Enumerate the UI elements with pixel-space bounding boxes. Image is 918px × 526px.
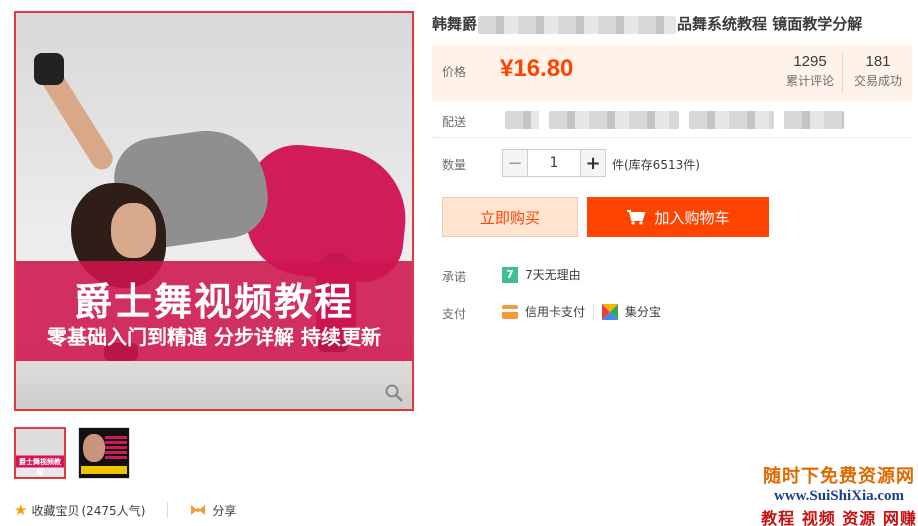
- reviews-label: 累计评论: [785, 74, 834, 88]
- watermark-line-3: 教程 视频 资源 网赚: [761, 509, 917, 526]
- price-panel: 价格 ¥16.80 1295 累计评论 181 交易成功: [432, 45, 912, 101]
- watermark-line-2: www.SuiShiXia.com: [773, 488, 905, 504]
- divider: [593, 304, 595, 319]
- divider: [842, 53, 843, 93]
- quantity-label: 数量: [442, 158, 467, 172]
- watermark-line-1: 随时下免费资源网: [763, 466, 915, 487]
- share-icon[interactable]: [190, 504, 206, 516]
- product-title: 韩舞爵 品舞系统教程 镜面教学分解: [432, 13, 912, 34]
- delivery-info: [505, 111, 854, 129]
- price-label: 价格: [442, 65, 467, 79]
- trades-label: 交易成功: [853, 74, 902, 88]
- credit-card-icon: [502, 304, 518, 319]
- site-watermark: 随时下免费资源网 www.SuiShiXia.com 教程 视频 资源 网赚: [760, 462, 918, 526]
- jifenbao-icon: [602, 303, 619, 320]
- redacted-text: [478, 15, 677, 34]
- quantity-input[interactable]: 1: [528, 149, 580, 177]
- delivery-label: 配送: [442, 115, 467, 129]
- buy-now-label: 立即购买: [479, 208, 540, 227]
- promise-label: 承诺: [442, 270, 467, 284]
- redacted-text: [784, 111, 844, 129]
- quantity-stepper: − 1 +: [502, 149, 606, 177]
- redacted-text: [549, 111, 679, 129]
- dotted-divider: [432, 137, 912, 138]
- payment-methods: 信用卡支付 集分宝: [502, 303, 661, 320]
- favorite-label[interactable]: 收藏宝贝: [31, 502, 79, 519]
- seven-day-icon: 7: [502, 266, 518, 283]
- thumbnail-1[interactable]: 爵士舞视频教程: [14, 427, 66, 479]
- reviews-count: 1295: [793, 53, 827, 70]
- promise-item[interactable]: 7 7天无理由: [502, 266, 581, 283]
- thumbnail-text-block: [105, 436, 127, 460]
- star-icon[interactable]: ★: [14, 501, 27, 519]
- promise-text: 7天无理由: [525, 268, 581, 282]
- cart-icon: [627, 210, 646, 225]
- redacted-text: [505, 111, 539, 129]
- share-label[interactable]: 分享: [212, 502, 236, 519]
- stock-text: 件(库存6513件): [612, 158, 700, 172]
- decrease-button[interactable]: −: [502, 149, 528, 177]
- dancer-glove: [34, 53, 64, 85]
- reviews-stat[interactable]: 1295 累计评论: [782, 53, 838, 89]
- trades-stat[interactable]: 181 交易成功: [850, 53, 906, 89]
- title-prefix: 韩舞爵: [432, 15, 478, 33]
- favorite-share-bar: ★ 收藏宝贝 (2475人气) 分享: [14, 499, 236, 521]
- price-value: ¥16.80: [500, 55, 574, 82]
- thumbnail-face: [83, 434, 105, 462]
- buy-now-button[interactable]: 立即购买: [442, 197, 578, 237]
- zoom-icon[interactable]: [384, 383, 404, 403]
- payment-method-jifenbao[interactable]: 集分宝: [625, 303, 661, 320]
- increase-button[interactable]: +: [580, 149, 606, 177]
- title-suffix: 品舞系统教程 镜面教学分解: [677, 15, 863, 33]
- add-to-cart-button[interactable]: 加入购物车: [587, 197, 769, 237]
- divider: [167, 502, 169, 518]
- add-to-cart-label: 加入购物车: [654, 208, 730, 227]
- dancer-face: [111, 203, 156, 258]
- payment-method-credit[interactable]: 信用卡支付: [525, 303, 585, 320]
- banner-title: 爵士舞视频教程: [73, 280, 354, 324]
- thumbnail-bar: [81, 466, 127, 474]
- payment-label: 支付: [442, 307, 467, 321]
- main-product-image[interactable]: 爵士舞视频教程 零基础入门到精通 分步详解 持续更新: [14, 11, 414, 411]
- banner-subtitle: 零基础入门到精通 分步详解 持续更新: [47, 325, 381, 349]
- trades-count: 181: [865, 53, 891, 70]
- thumbnail-label: 爵士舞视频教程: [19, 458, 61, 476]
- redacted-text: [689, 111, 774, 129]
- thumbnail-2[interactable]: [78, 427, 130, 479]
- favorite-count: (2475人气): [81, 503, 146, 518]
